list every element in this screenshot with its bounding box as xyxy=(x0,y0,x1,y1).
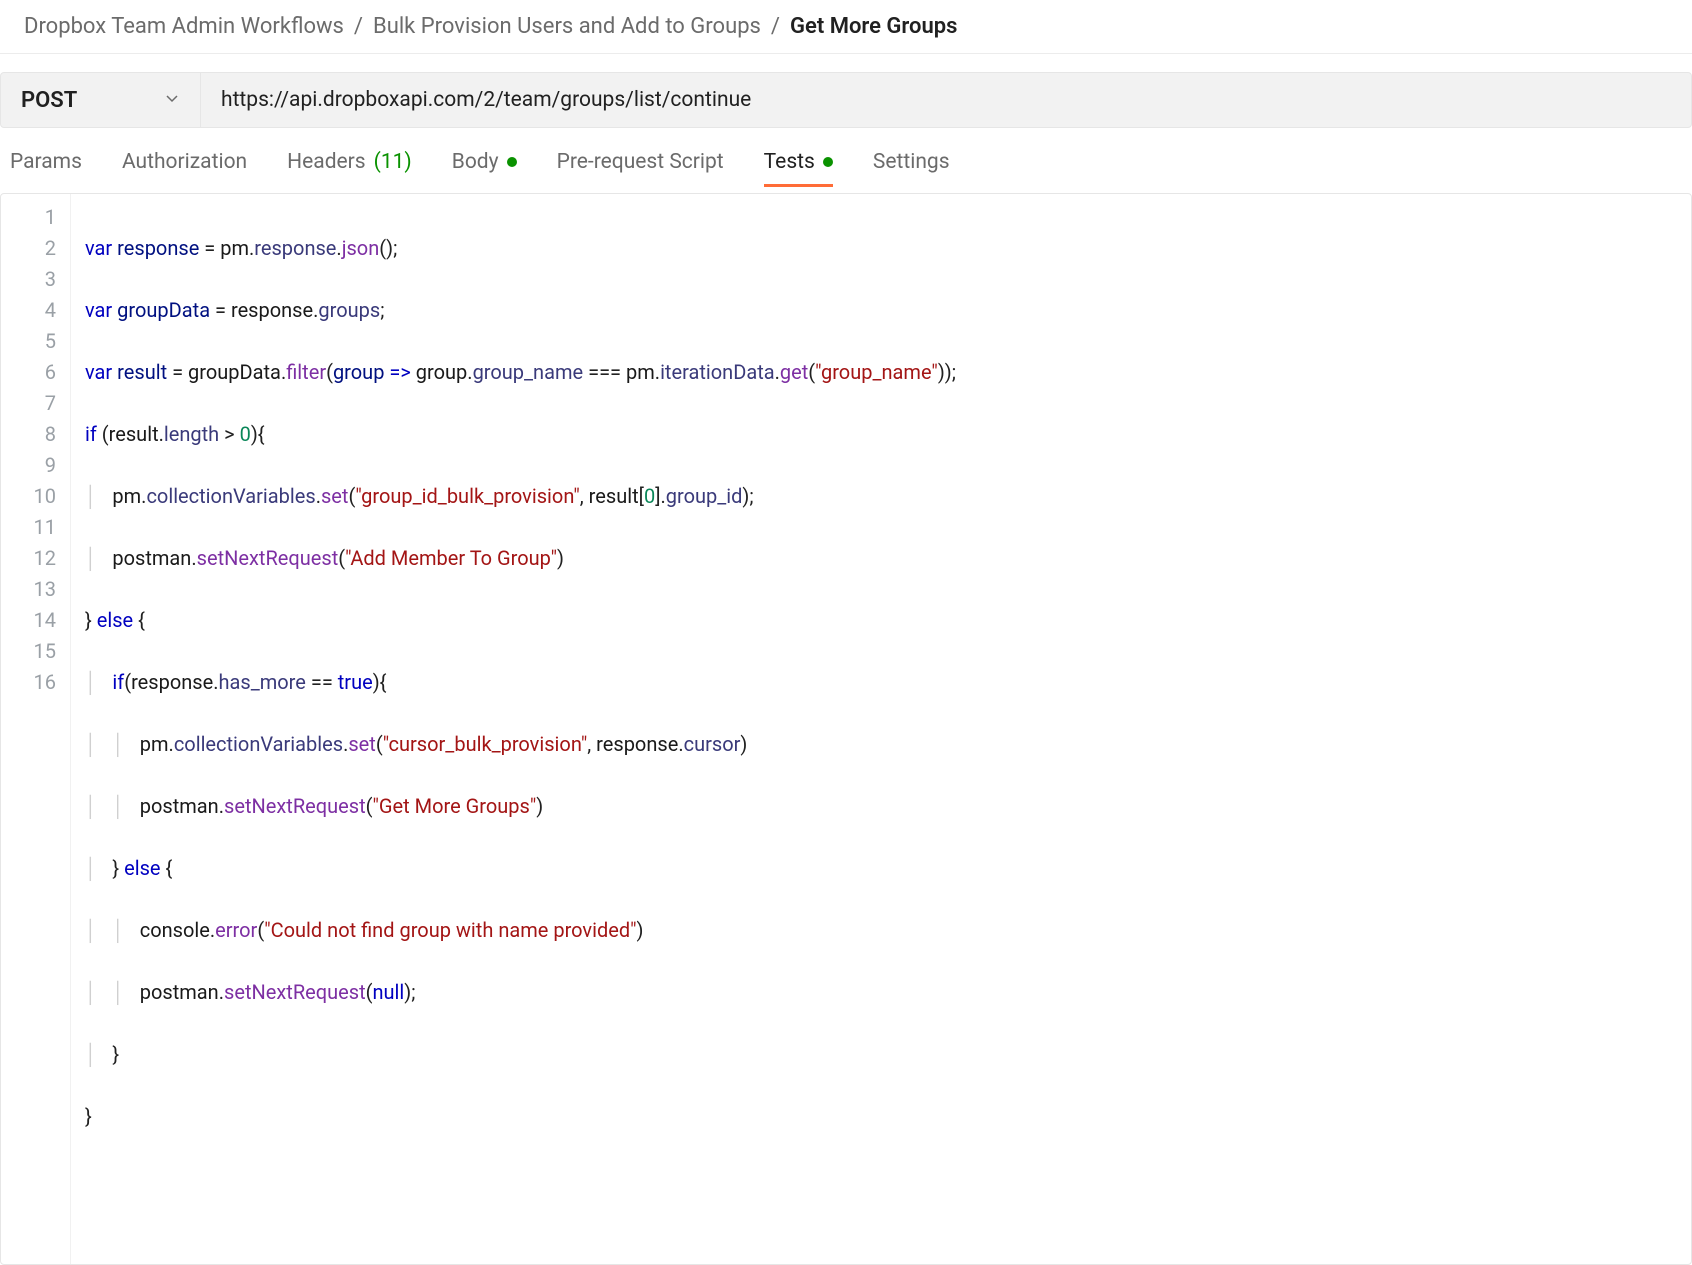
breadcrumb: Dropbox Team Admin Workflows / Bulk Prov… xyxy=(0,0,1692,54)
line-number: 16 xyxy=(1,667,70,698)
breadcrumb-item-1[interactable]: Dropbox Team Admin Workflows xyxy=(24,14,344,39)
line-number: 8 xyxy=(1,419,70,450)
line-number: 5 xyxy=(1,326,70,357)
tab-settings[interactable]: Settings xyxy=(873,150,950,187)
code-line: │ │ postman.setNextRequest(null); xyxy=(85,977,1677,1008)
code-line: var response = pm.response.json(); xyxy=(85,233,1677,264)
tab-body[interactable]: Body xyxy=(452,150,517,187)
code-editor[interactable]: 12345678910111213141516 var response = p… xyxy=(0,193,1692,1265)
line-number: 7 xyxy=(1,388,70,419)
tab-authorization[interactable]: Authorization xyxy=(122,150,247,187)
code-line: │ if(response.has_more == true){ xyxy=(85,667,1677,698)
code-line: │ pm.collectionVariables.set("group_id_b… xyxy=(85,481,1677,512)
breadcrumb-separator: / xyxy=(771,14,780,39)
line-number: 3 xyxy=(1,264,70,295)
request-tabs: Params Authorization Headers (11) Body P… xyxy=(0,128,1692,187)
tab-headers[interactable]: Headers (11) xyxy=(287,150,412,187)
code-line: │ │ console.error("Could not find group … xyxy=(85,915,1677,946)
line-number: 14 xyxy=(1,605,70,636)
code-line: } else { xyxy=(85,605,1677,636)
code-line: if (result.length > 0){ xyxy=(85,419,1677,450)
code-line: │ } else { xyxy=(85,853,1677,884)
line-number: 13 xyxy=(1,574,70,605)
line-number: 9 xyxy=(1,450,70,481)
breadcrumb-item-current: Get More Groups xyxy=(790,14,957,39)
line-number: 2 xyxy=(1,233,70,264)
headers-count: (11) xyxy=(374,150,412,174)
code-line: │ │ pm.collectionVariables.set("cursor_b… xyxy=(85,729,1677,760)
code-content[interactable]: var response = pm.response.json(); var g… xyxy=(71,194,1691,1264)
line-number: 10 xyxy=(1,481,70,512)
breadcrumb-item-2[interactable]: Bulk Provision Users and Add to Groups xyxy=(373,14,761,39)
code-line xyxy=(85,1163,1677,1194)
line-number: 1 xyxy=(1,202,70,233)
line-number: 11 xyxy=(1,512,70,543)
code-line: │ } xyxy=(85,1039,1677,1070)
line-gutter: 12345678910111213141516 xyxy=(1,194,71,1264)
url-input[interactable] xyxy=(201,73,1691,127)
line-number: 15 xyxy=(1,636,70,667)
line-number: 12 xyxy=(1,543,70,574)
status-dot-icon xyxy=(823,157,833,167)
status-dot-icon xyxy=(507,157,517,167)
code-line: var result = groupData.filter(group => g… xyxy=(85,357,1677,388)
method-label: POST xyxy=(21,88,77,113)
code-line: var groupData = response.groups; xyxy=(85,295,1677,326)
request-bar: POST xyxy=(0,72,1692,128)
line-number: 6 xyxy=(1,357,70,388)
code-line: │ │ postman.setNextRequest("Get More Gro… xyxy=(85,791,1677,822)
breadcrumb-separator: / xyxy=(354,14,363,39)
chevron-down-icon xyxy=(164,90,180,110)
line-number: 4 xyxy=(1,295,70,326)
tab-tests[interactable]: Tests xyxy=(764,150,833,187)
code-line: } xyxy=(85,1101,1677,1132)
tab-params[interactable]: Params xyxy=(10,150,82,187)
tab-prerequest[interactable]: Pre-request Script xyxy=(557,150,724,187)
method-selector[interactable]: POST xyxy=(1,73,201,127)
code-line: │ postman.setNextRequest("Add Member To … xyxy=(85,543,1677,574)
